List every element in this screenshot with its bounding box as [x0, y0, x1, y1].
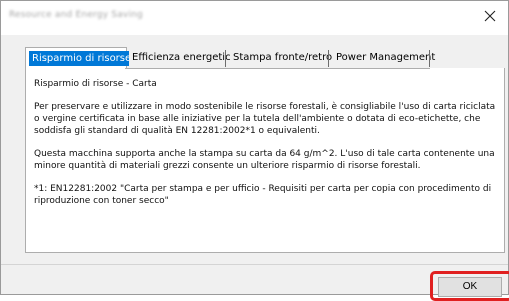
close-icon [484, 10, 496, 22]
ok-button[interactable]: OK [438, 277, 502, 297]
footer-divider [1, 264, 508, 265]
tab-label: Power Management [336, 52, 436, 63]
paragraph-paper-weight: Questa macchina supporta anche la stampa… [34, 149, 495, 171]
tab-efficienza-energetica[interactable]: Efficienza energetica [129, 48, 237, 68]
section-heading: Risparmio di risorse - Carta [34, 79, 157, 89]
tab-risparmio-risorse[interactable]: Risparmio di risorse [25, 47, 135, 69]
tab-stampa-fronte-retro[interactable]: Stampa fronte/retro [230, 48, 333, 68]
dialog-window: Resource and Energy Saving Risparmio di … [0, 0, 509, 301]
paragraph-paper-recommendation: Per preservare e utilizzare in modo sost… [34, 102, 496, 136]
tab-label: Risparmio di risorse [29, 51, 135, 66]
tab-label: Efficienza energetica [132, 52, 237, 63]
tab-panel: Risparmio di risorse - Carta Per preserv… [25, 68, 505, 253]
close-button[interactable] [472, 1, 508, 31]
tab-power-management[interactable]: Power Management [333, 48, 435, 68]
tab-divider [328, 50, 329, 67]
tab-divider [429, 50, 430, 67]
tab-strip: Risparmio di risorse Efficienza energeti… [25, 47, 505, 69]
tab-divider [225, 50, 226, 67]
footnote-text: *1: EN12281:2002 "Carta per stampa e per… [34, 184, 492, 206]
panel-content: Risparmio di risorse - Carta Per preserv… [34, 78, 502, 218]
window-title: Resource and Energy Saving [9, 10, 143, 20]
title-bar: Resource and Energy Saving [1, 1, 508, 35]
tab-label: Stampa fronte/retro [233, 52, 333, 63]
tab-underline [125, 68, 430, 69]
